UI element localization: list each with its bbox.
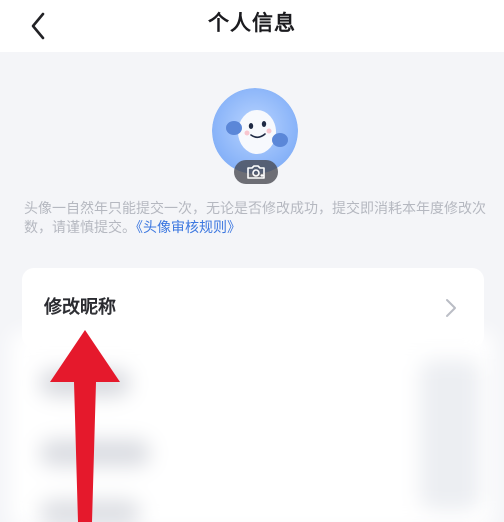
camera-icon: [247, 165, 265, 179]
avatar-upload[interactable]: [212, 88, 298, 184]
chevron-right-icon: [446, 299, 456, 317]
avatar-review-rules-link[interactable]: 《头像审核规则》: [136, 220, 241, 236]
camera-button[interactable]: [234, 160, 278, 184]
personal-info-page: 个人信息 头像一自然年只能提交一次，无论是否修改成功，提交即消耗本年度修改次数，…: [0, 0, 504, 522]
avatar-notice-text: 头像一自然年只能提交一次，无论是否修改成功，提交即消耗本年度修改次数，请谨慎提交…: [24, 201, 486, 236]
annotation-arrow: [50, 330, 120, 522]
nav-bar: 个人信息: [0, 0, 504, 52]
page-title: 个人信息: [208, 11, 296, 35]
avatar-notice: 头像一自然年只能提交一次，无论是否修改成功，提交即消耗本年度修改次数，请谨慎提交…: [24, 200, 488, 238]
